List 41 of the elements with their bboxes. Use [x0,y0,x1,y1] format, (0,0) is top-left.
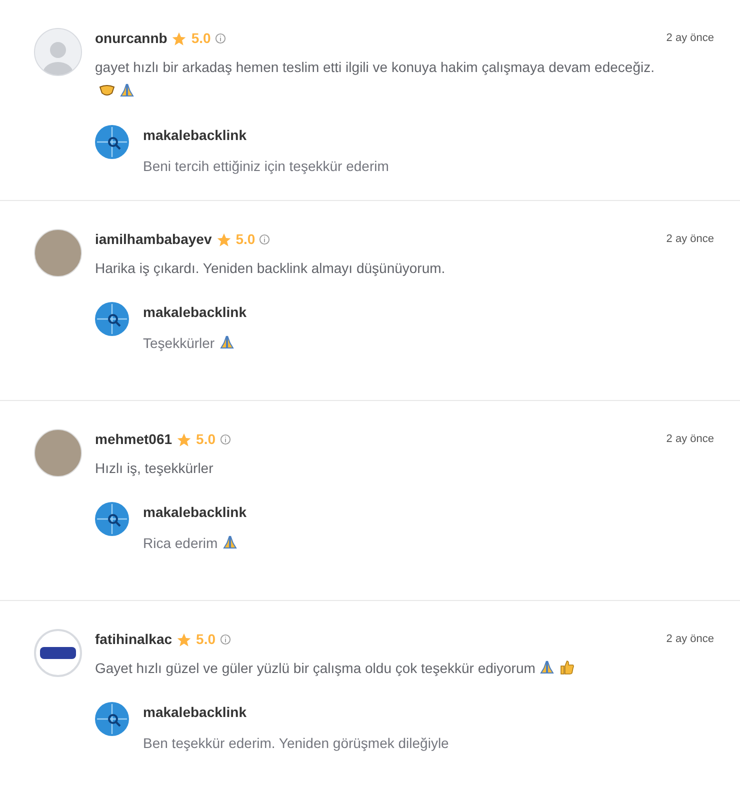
review-text: gayet hızlı bir arkadaş hemen teslim etti ilgili ve konuya hakim çalışmaya devam edeceğiz. [95,55,714,103]
reply-text: Rica ederim [143,533,247,554]
rating-score: 5.0 [236,230,256,249]
avatar-silhouette [34,28,82,76]
reply-text: Ben teşekkür ederim. Yeniden görüşmek dileğiyle [143,734,449,753]
rating-score: 5.0 [196,630,216,649]
avatar-photo-placeholder [34,429,82,477]
review-time: 2 ay önce [666,31,714,46]
review-time: 2 ay önce [666,632,714,648]
avatar-photo-placeholder [34,229,82,277]
review-text: Hızlı iş, teşekkürler [95,459,214,478]
star-icon [171,30,188,46]
info-icon [220,634,230,645]
reviewer-name: mehmet061 [95,430,172,449]
star-icon [176,432,192,448]
rating-score: 5.0 [191,29,211,48]
seller-logo-icon [95,125,129,159]
star-icon [216,232,232,248]
star-icon [176,632,192,648]
seller-logo-icon [95,302,129,336]
info-icon [259,234,270,245]
reviewer-name: iamilhambabayev [95,230,212,249]
reviewer-name: fatihinalkac [95,630,172,649]
reviewer-name: onurcannb [95,29,168,48]
reply-text: Beni tercih ettiğiniz için teşekkür ederim [143,157,389,176]
reply-text: Teşekkürler [143,333,247,354]
review-time: 2 ay önce [666,432,714,448]
review-time: 2 ay önce [666,232,714,248]
rating-score: 5.0 [196,430,216,449]
seller-name: makalebacklink [143,503,247,522]
thumbs-up-icon [559,659,576,675]
seller-logo-icon [95,702,129,736]
review-text: Gayet hızlı güzel ve güler yüzlü bir çalışma oldu çok teşekkür ediyorum [95,656,714,680]
seller-logo-icon [95,502,129,536]
info-icon [214,33,226,44]
avatar-logo-placeholder [34,629,82,677]
info-icon [220,434,231,445]
seller-name: makalebacklink [143,703,248,722]
seller-name: makalebacklink [143,303,247,322]
seller-name: makalebacklink [143,126,248,145]
review-text: Harika iş çıkardı. Yeniden backlink almayı düşünüyorum. [95,259,446,278]
